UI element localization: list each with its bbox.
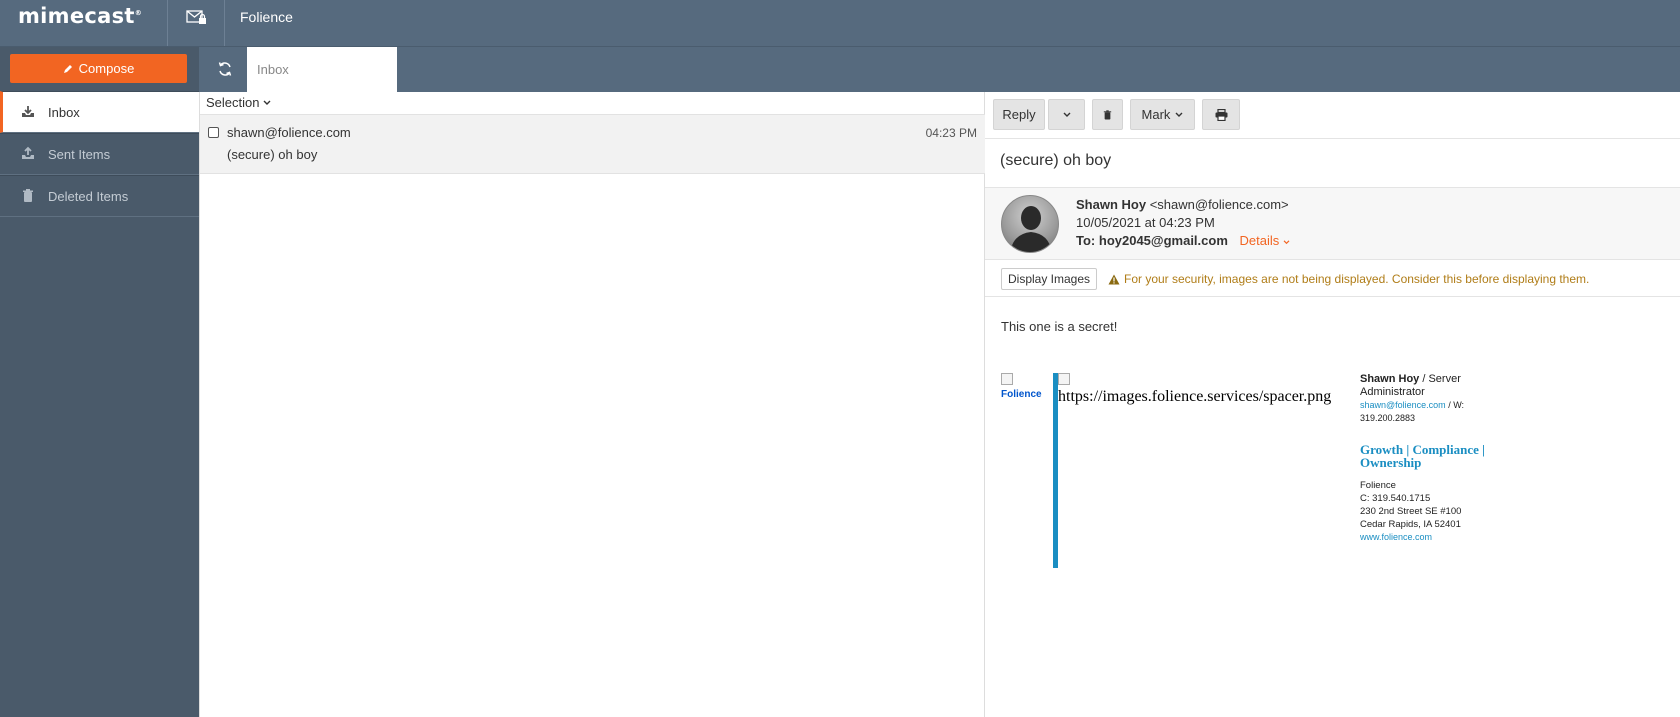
- tab-inbox[interactable]: Inbox: [247, 47, 397, 92]
- avatar: [1001, 195, 1059, 253]
- message-body: This one is a secret!: [1001, 319, 1118, 334]
- chevron-down-icon: [1283, 240, 1290, 245]
- sidebar-item-inbox[interactable]: Inbox: [0, 91, 199, 133]
- message-header: Shawn Hoy <shawn@folience.com> 10/05/202…: [985, 188, 1680, 260]
- security-notice: For your security, images are not being …: [1108, 272, 1589, 286]
- inbox-download-icon: [22, 106, 34, 117]
- message-subject-heading: (secure) oh boy: [985, 138, 1680, 188]
- top-bar: mimecast® Folience: [0, 0, 1680, 47]
- message-toolbar: Reply Mark: [993, 99, 1240, 130]
- selection-label: Selection: [206, 95, 260, 110]
- compose-label: Compose: [78, 61, 135, 76]
- organization-name: Folience: [240, 9, 293, 25]
- sender-email: <shawn@folience.com>: [1149, 197, 1289, 212]
- signature-email-link[interactable]: shawn@folience.com: [1360, 400, 1446, 410]
- trash-icon: [1103, 109, 1112, 119]
- list-item[interactable]: shawn@folience.com (secure) oh boy 04:23…: [200, 114, 985, 174]
- person-silhouette-icon: [1010, 206, 1052, 252]
- sidebar-item-label: Sent Items: [48, 146, 111, 162]
- divider: [167, 0, 168, 46]
- mimecast-logo[interactable]: mimecast®: [18, 4, 142, 28]
- print-button[interactable]: [1202, 99, 1240, 130]
- signature-details: Shawn Hoy / Server Administrator shawn@f…: [1360, 373, 1490, 544]
- message-time: 04:23 PM: [925, 126, 977, 140]
- signature-website-link[interactable]: www.folience.com: [1360, 531, 1490, 544]
- signature-name: Shawn Hoy: [1360, 373, 1420, 385]
- to-label: To:: [1076, 233, 1096, 248]
- broken-image-icon: [1001, 373, 1013, 385]
- message-date: 10/05/2021 at 04:23 PM: [1076, 215, 1215, 230]
- outbox-upload-icon: [22, 146, 34, 159]
- message-checkbox[interactable]: [208, 127, 219, 138]
- signature-logo-alt: Folience: [1001, 389, 1042, 400]
- security-notice-text: For your security, images are not being …: [1124, 272, 1590, 286]
- sidebar-item-label: Deleted Items: [48, 188, 129, 204]
- message-list: Selection shawn@folience.com (secure) oh…: [199, 92, 985, 717]
- signature-street: 230 2nd Street SE #100: [1360, 506, 1462, 517]
- spacer-image-alt: https://images.folience.services/spacer.…: [1058, 388, 1332, 405]
- signature-cell: C: 319.540.1715: [1360, 493, 1431, 504]
- folder-nav: Inbox Sent Items Deleted Items: [0, 91, 199, 217]
- sender-line: Shawn Hoy <shawn@folience.com>: [1076, 197, 1289, 212]
- mail-lock-icon[interactable]: [186, 9, 208, 25]
- sidebar-item-sent-items[interactable]: Sent Items: [0, 133, 199, 175]
- sidebar: Compose Inbox Sent Items Deleted Items: [0, 47, 199, 717]
- signature-city: Cedar Rapids, IA 52401: [1360, 519, 1461, 530]
- mark-label: Mark: [1141, 107, 1171, 122]
- signature-address: Folience C: 319.540.1715 230 2nd Street …: [1360, 479, 1490, 544]
- trash-icon: [23, 189, 33, 202]
- compose-button[interactable]: Compose: [10, 54, 187, 83]
- details-link[interactable]: Details: [1240, 233, 1290, 248]
- sender-name: Shawn Hoy: [1076, 197, 1147, 212]
- chevron-down-icon: [263, 100, 271, 105]
- tab-bar: Inbox: [199, 47, 1680, 92]
- chevron-down-icon: [1175, 112, 1183, 117]
- warning-icon: [1108, 274, 1120, 284]
- reply-options-button[interactable]: [1048, 99, 1085, 130]
- sidebar-item-label: Inbox: [48, 104, 80, 120]
- selection-dropdown[interactable]: Selection: [206, 95, 271, 110]
- reply-button[interactable]: Reply: [993, 99, 1045, 130]
- signature-logo-image[interactable]: Folience: [1001, 373, 1045, 400]
- signature-company: Folience: [1360, 480, 1396, 491]
- signature-phone: 319.200.2883: [1360, 413, 1416, 423]
- display-images-button[interactable]: Display Images: [1001, 268, 1098, 290]
- recipient-address: hoy2045@gmail.com: [1098, 233, 1228, 248]
- divider: [224, 0, 225, 46]
- broken-image-icon: [1058, 373, 1070, 388]
- blocked-images-bar: Display Images For your security, images…: [985, 260, 1680, 297]
- delete-button[interactable]: [1092, 99, 1123, 130]
- sidebar-item-deleted-items[interactable]: Deleted Items: [0, 175, 199, 217]
- signature-name-title: Shawn Hoy / Server Administrator: [1360, 373, 1461, 398]
- mark-button[interactable]: Mark: [1130, 99, 1195, 130]
- message-sender: shawn@folience.com: [227, 125, 351, 140]
- chevron-down-icon: [1063, 112, 1070, 117]
- message-subject: (secure) oh boy: [227, 147, 318, 162]
- signature-contact: shawn@folience.com / W: 319.200.2883: [1360, 399, 1490, 425]
- refresh-icon[interactable]: [216, 60, 234, 78]
- signature-tagline: Growth | Compliance | Ownership: [1360, 442, 1486, 470]
- print-icon: [1215, 108, 1227, 121]
- recipient-line: To: hoy2045@gmail.com Details: [1076, 233, 1290, 248]
- reading-pane: Reply Mark (secure) oh boy Shawn Hoy <sh…: [985, 92, 1680, 717]
- pencil-icon: [63, 64, 72, 73]
